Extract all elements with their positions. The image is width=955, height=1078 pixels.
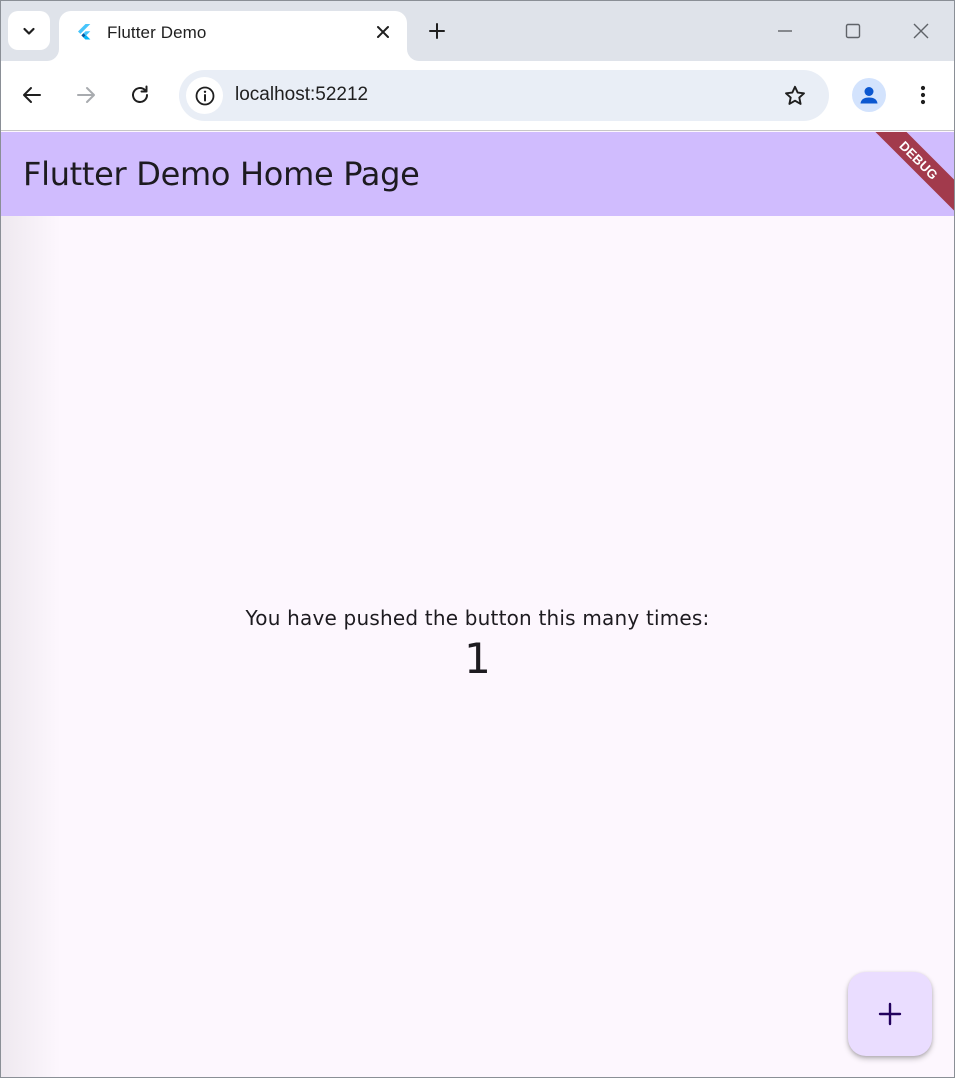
- address-bar[interactable]: localhost:52212: [179, 70, 829, 121]
- forward-button[interactable]: [70, 79, 102, 111]
- tab-flutter-demo[interactable]: Flutter Demo: [59, 11, 407, 61]
- app-bar: Flutter Demo Home Page: [1, 132, 954, 216]
- flutter-app-page: Flutter Demo Home Page DEBUG You have pu…: [1, 132, 954, 1077]
- info-icon: [195, 86, 214, 105]
- url-text[interactable]: localhost:52212: [235, 84, 368, 106]
- arrow-right-icon: [77, 87, 95, 103]
- reload-icon: [132, 85, 148, 103]
- bookmark-button[interactable]: [781, 82, 809, 110]
- counter-label: You have pushed the button this many tim…: [245, 606, 710, 630]
- browser-menu-button[interactable]: [907, 79, 939, 111]
- profile-button[interactable]: [852, 78, 886, 112]
- maximize-button[interactable]: [839, 17, 867, 45]
- star-icon: [785, 85, 805, 105]
- tab-title: Flutter Demo: [107, 23, 207, 42]
- reload-button[interactable]: [124, 79, 156, 111]
- increment-button[interactable]: [848, 972, 932, 1056]
- add-icon: [878, 1002, 902, 1026]
- tab-close-button[interactable]: [373, 22, 393, 42]
- close-icon: [377, 26, 389, 38]
- browser-window: Flutter Demo localhost:52212 Flutter Dem…: [0, 0, 955, 1078]
- site-info-button[interactable]: [186, 77, 223, 114]
- arrow-left-icon: [23, 87, 41, 103]
- window-close-button[interactable]: [907, 17, 935, 45]
- more-vert-icon: [920, 85, 926, 105]
- minimize-button[interactable]: [771, 17, 799, 45]
- plus-icon: [429, 23, 445, 39]
- minimize-icon: [778, 30, 792, 32]
- close-icon: [913, 23, 929, 39]
- page-edge-shadow: [1, 132, 61, 1077]
- chevron-down-icon: [23, 27, 35, 35]
- new-tab-button[interactable]: [423, 17, 451, 45]
- page-title: Flutter Demo Home Page: [23, 155, 420, 193]
- counter-value: 1: [464, 634, 491, 683]
- person-icon: [860, 87, 878, 104]
- counter-section: You have pushed the button this many tim…: [1, 606, 954, 683]
- tab-search-button[interactable]: [8, 11, 50, 50]
- flutter-logo-icon: [78, 24, 91, 40]
- browser-toolbar: localhost:52212: [1, 61, 954, 131]
- maximize-icon: [845, 23, 861, 39]
- back-button[interactable]: [16, 79, 48, 111]
- tab-strip: Flutter Demo: [1, 1, 954, 61]
